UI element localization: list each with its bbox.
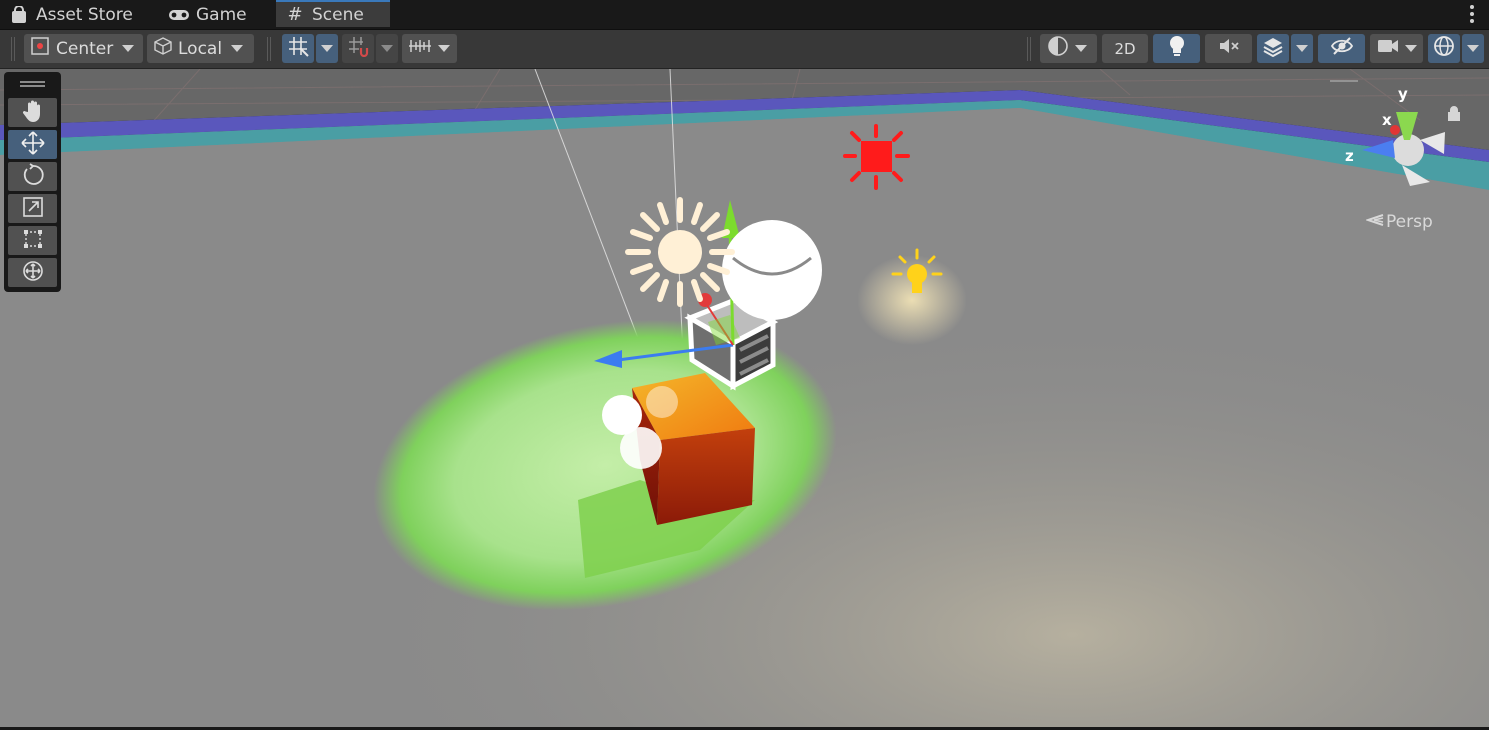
chevron-down-icon (1467, 45, 1479, 52)
transform-tool-button[interactable] (8, 258, 57, 287)
toolbar-grip[interactable] (267, 37, 271, 61)
rect-icon (22, 228, 44, 254)
scene-canvas[interactable]: y x z (0, 69, 1489, 727)
mute-speaker-icon (1218, 36, 1240, 61)
projection-toggle[interactable]: Persp (1364, 212, 1433, 232)
layers-icon (1262, 35, 1284, 62)
audio-source-gizmo[interactable] (646, 386, 678, 418)
gizmos-button[interactable] (1428, 34, 1460, 63)
chevron-down-icon (321, 45, 333, 52)
transform-icon (21, 259, 45, 287)
bag-icon (8, 4, 30, 26)
move-icon (20, 130, 46, 160)
grid-snap-icon (347, 35, 369, 62)
gizmo-grip (1330, 80, 1358, 82)
gizmo-y-label: y (1398, 85, 1408, 103)
directional-light-icon[interactable] (625, 197, 735, 307)
pivot-rotation-dropdown[interactable]: Local (147, 34, 254, 63)
grid-visibility-button[interactable] (282, 34, 314, 63)
snap-increment-button[interactable] (342, 34, 374, 63)
scene-effects-dropdown[interactable] (1291, 34, 1313, 63)
tab-game[interactable]: Game (168, 0, 268, 29)
grid-toggle-icon (287, 35, 309, 62)
move-tool-button[interactable] (8, 130, 57, 159)
audio-source-gizmo[interactable] (620, 427, 662, 469)
chevron-down-icon (1075, 45, 1087, 52)
rotate-icon (21, 162, 45, 191)
camera-icon (1377, 38, 1399, 59)
more-menu-icon[interactable] (1469, 4, 1475, 24)
chevron-down-icon (438, 45, 450, 52)
tab-asset-store[interactable]: Asset Store (8, 0, 158, 29)
scene-effects-button[interactable] (1257, 34, 1289, 63)
grid-options-dropdown[interactable] (316, 34, 338, 63)
chevron-down-icon (231, 45, 244, 52)
scene-toolbar: Center Local 2D (0, 30, 1489, 69)
scene-camera-dropdown[interactable] (1370, 34, 1423, 63)
scene-lighting-button[interactable] (1153, 34, 1200, 63)
grid-hash-icon: # (287, 4, 303, 25)
scene-viewport[interactable]: y x z Persp (0, 69, 1489, 727)
chevron-down-icon (1405, 45, 1417, 52)
ruler-icon (408, 37, 432, 60)
chevron-down-icon (122, 45, 135, 52)
draw-mode-dropdown[interactable] (1040, 34, 1097, 63)
toolbar-grip[interactable] (1027, 37, 1031, 61)
gamepad-icon (168, 4, 190, 26)
area-light-icon[interactable] (843, 124, 910, 190)
local-cube-icon (153, 36, 173, 61)
lightbulb-icon (1168, 35, 1186, 62)
tab-label: Scene (312, 4, 364, 25)
overlay-grip[interactable] (20, 81, 45, 87)
toggle-2d-button[interactable]: 2D (1102, 34, 1148, 63)
gizmo-z-label: z (1345, 147, 1354, 165)
toolbar-grip[interactable] (11, 37, 15, 61)
gizmo-x-label: x (1382, 111, 1392, 129)
gizmo-globe-icon (1432, 34, 1456, 63)
hand-icon (22, 99, 44, 127)
scale-icon (22, 196, 44, 222)
increment-snap-dropdown[interactable] (402, 34, 457, 63)
tab-label: Asset Store (36, 4, 133, 25)
pivot-center-icon (31, 37, 49, 60)
eye-hidden-icon (1330, 36, 1354, 61)
rotate-tool-button[interactable] (8, 162, 57, 191)
shading-sphere-icon (1047, 35, 1069, 62)
scene-audio-button[interactable] (1205, 34, 1252, 63)
rect-tool-button[interactable] (8, 226, 57, 255)
tab-bar: Asset Store Game # Scene (0, 0, 1489, 30)
gizmos-dropdown[interactable] (1462, 34, 1484, 63)
hand-tool-button[interactable] (8, 98, 57, 127)
chevron-down-icon (1296, 45, 1308, 52)
tools-overlay (4, 72, 61, 292)
chevron-down-icon (381, 45, 393, 52)
snap-options-dropdown[interactable] (376, 34, 398, 63)
projection-label: Persp (1386, 212, 1433, 232)
toggle-2d-label: 2D (1114, 39, 1136, 58)
pivot-rotation-label: Local (178, 38, 223, 59)
reflection-probe-icon[interactable] (722, 220, 822, 320)
pivot-mode-dropdown[interactable]: Center (24, 34, 143, 63)
scale-tool-button[interactable] (8, 194, 57, 223)
tab-scene[interactable]: # Scene (276, 0, 390, 27)
pivot-mode-label: Center (56, 38, 114, 59)
tab-label: Game (196, 4, 247, 25)
perspective-icon (1364, 212, 1384, 232)
scene-visibility-button[interactable] (1318, 34, 1365, 63)
